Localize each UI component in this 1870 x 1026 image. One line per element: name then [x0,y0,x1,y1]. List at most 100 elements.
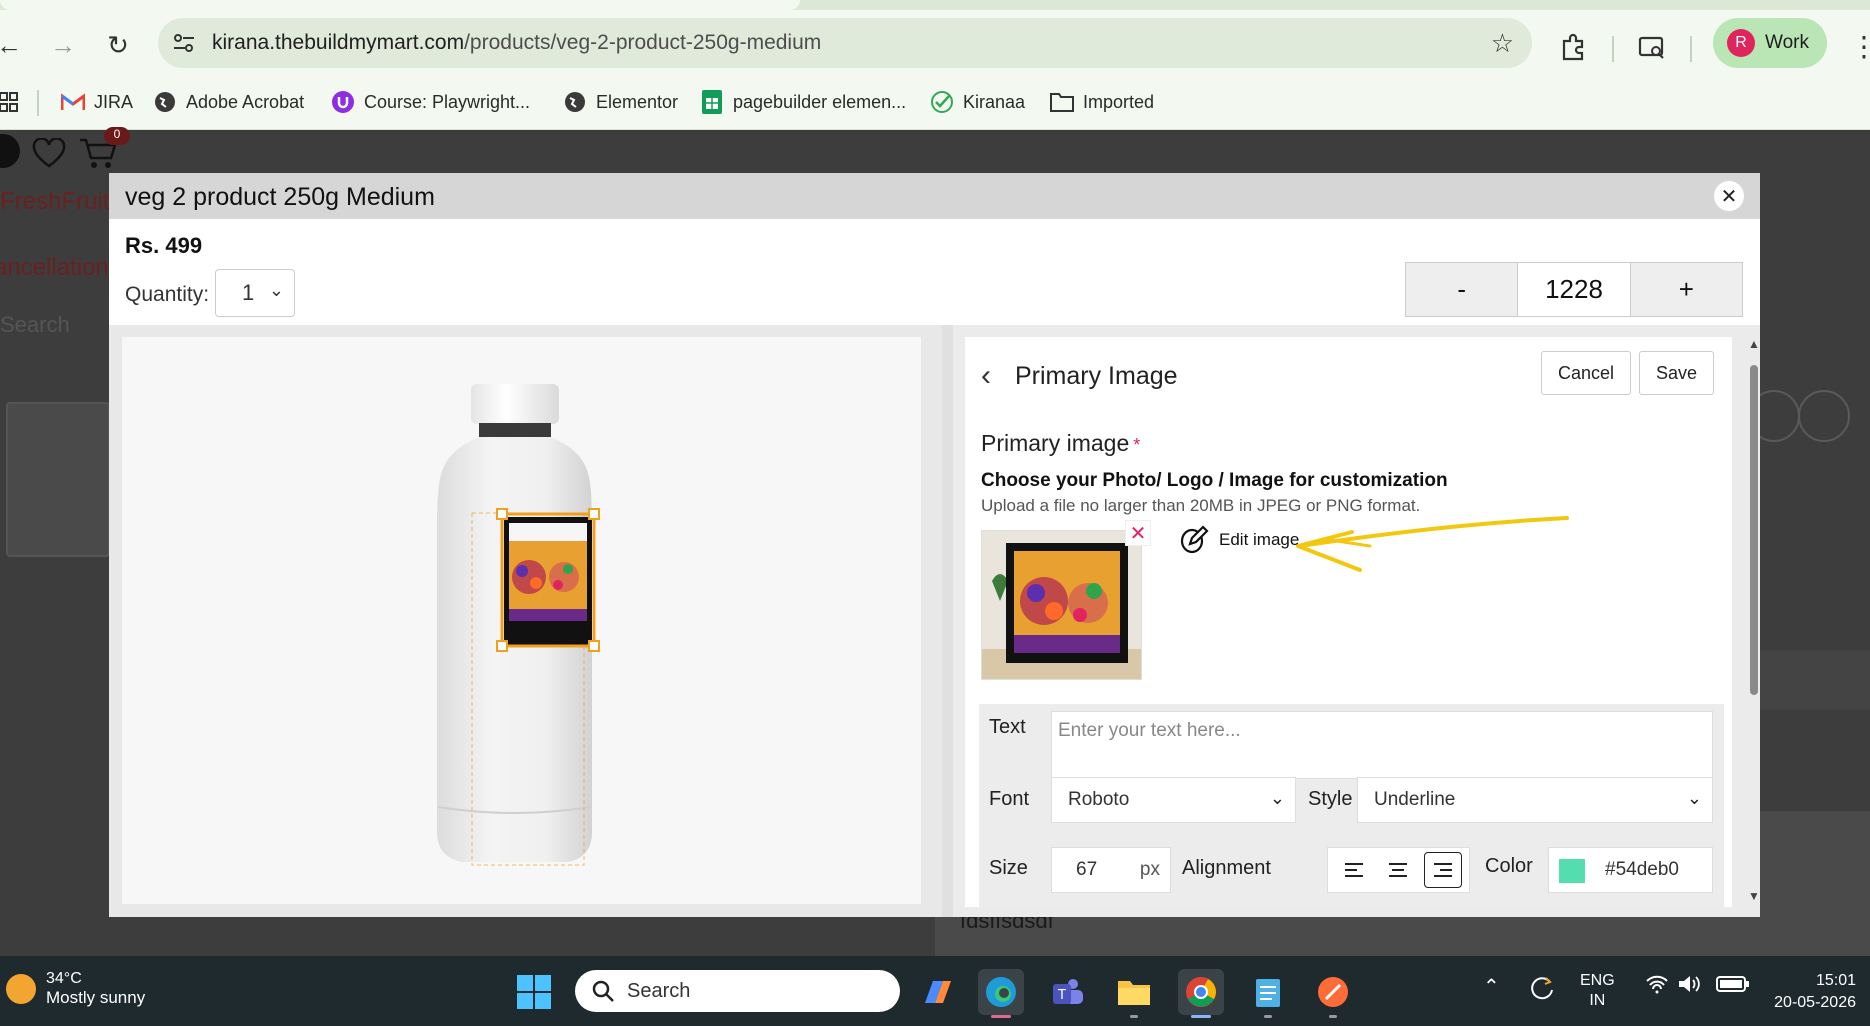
primary-image-panel: ‹ Primary Image Cancel Save Primary imag… [965,337,1732,907]
bookmarks-bar: JIRA Adobe Acrobat Course: Playwright...… [0,77,1870,130]
copilot-icon[interactable] [915,969,961,1015]
edge-icon[interactable] [978,969,1024,1018]
active-tab[interactable] [0,0,800,10]
edit-icon [1180,525,1209,554]
bookmark-imported[interactable]: Imported [1049,89,1154,115]
language-indicator[interactable]: ENG IN [1580,971,1615,1011]
custom-text-input[interactable]: Enter your text here... [1051,711,1713,779]
sync-icon[interactable] [1528,974,1556,1007]
preview-pane [109,325,942,917]
edit-image-button[interactable]: Edit image [1179,525,1299,555]
bookmark-course-playwright[interactable]: Course: Playwright... [330,89,530,115]
increment-button[interactable]: + [1630,263,1742,316]
product-preview-canvas[interactable] [122,337,921,904]
back-icon[interactable]: ← [0,30,24,60]
text-label: Text [989,716,1026,738]
taskbar-search[interactable]: Search [575,970,900,1012]
check-icon [929,89,955,115]
teams-icon[interactable]: T [1045,969,1091,1015]
text-customization-section: Text Enter your text here... Font Roboto… [979,704,1724,907]
alignment-toggle-group [1327,847,1470,893]
customization-prompt: Choose your Photo/ Logo / Image for cust… [981,470,1448,491]
scroll-down-icon: ▼ [1748,889,1760,903]
editor-pane: ‹ Primary Image Cancel Save Primary imag… [953,325,1760,917]
color-swatch[interactable] [1559,859,1585,883]
size-unit: px [1139,859,1160,880]
close-icon[interactable]: ✕ [1714,181,1744,211]
remove-image-button[interactable]: ✕ [1125,520,1151,546]
battery-icon[interactable] [1716,974,1750,999]
bookmark-kiranaa[interactable]: Kiranaa [929,89,1025,115]
volume-icon[interactable] [1677,974,1701,999]
align-center-icon[interactable] [1379,852,1417,888]
address-bar[interactable]: kirana.thebuildmymart.com/products/veg-2… [158,18,1532,68]
profile-label: Work [1765,32,1809,53]
size-label: Size [989,857,1028,879]
save-button[interactable]: Save [1639,351,1714,395]
style-select[interactable]: Underline ⌄ [1357,777,1713,823]
temperature: 34°C [46,970,82,987]
notepad-icon[interactable] [1245,969,1291,1018]
gmail-icon [60,89,86,115]
alignment-label: Alignment [1182,857,1271,879]
bookmark-adobe-acrobat[interactable]: Adobe Acrobat [152,89,304,115]
cart-count-badge: 0 [104,127,130,145]
quantity-select[interactable]: 1 ⌄ [215,269,295,317]
url-text: kirana.thebuildmymart.com/products/veg-2… [212,31,822,54]
chevron-left-icon[interactable]: ‹ [981,359,991,393]
chevron-up-icon[interactable]: ⌃ [1483,974,1500,999]
panel-title: Primary Image [1015,362,1178,390]
required-marker: * [1133,435,1141,455]
bookmark-jira[interactable]: JIRA [60,89,133,115]
wifi-icon[interactable] [1645,974,1669,999]
forward-icon[interactable]: → [48,30,78,60]
font-select[interactable]: Roboto ⌄ [1051,777,1296,823]
bottle-illustration [437,384,600,866]
bookmark-star-icon[interactable]: ☆ [1491,28,1514,59]
site-settings-icon[interactable] [172,31,196,55]
panel-scrollbar[interactable]: ▲ ▼ [1748,337,1760,907]
uploaded-image-thumbnail[interactable] [981,530,1142,680]
decrement-button[interactable]: - [1406,263,1518,316]
windows-start-icon[interactable] [511,969,557,1015]
system-clock[interactable]: 15:01 20-05-2026 [1774,970,1856,1014]
file-explorer-icon[interactable] [1111,969,1157,1018]
svg-text:T: T [1057,988,1066,1003]
tab-search-icon[interactable] [1637,32,1667,62]
quantity-label: Quantity: [125,283,210,306]
align-left-icon[interactable] [1335,852,1373,888]
size-input[interactable]: 67 px [1051,847,1171,893]
bookmark-elementor[interactable]: Elementor [562,89,678,115]
chevron-down-icon: ⌄ [1269,788,1285,808]
apps-grid-icon[interactable] [0,92,18,114]
reload-icon[interactable]: ↻ [103,30,133,60]
weather-sun-icon [6,974,36,1004]
folder-icon [1049,89,1075,115]
weather-widget[interactable]: 34°C Mostly sunny [6,970,145,1008]
wishlist-heart-icon [32,138,66,168]
align-right-icon[interactable] [1423,852,1462,888]
taskbar-search-label: Search [627,979,691,1002]
bookmarks-divider [37,90,39,116]
cancel-button[interactable]: Cancel [1541,351,1631,395]
chrome-icon[interactable] [1178,969,1224,1018]
extensions-icon[interactable] [1558,32,1588,62]
toolbar-divider [1612,36,1614,62]
modal-title: veg 2 product 250g Medium [125,183,435,211]
browser-menu-icon[interactable]: ⋮ [1850,30,1870,63]
clock-time: 15:01 [1815,972,1856,989]
bookmark-pagebuilder[interactable]: pagebuilder elemen... [699,89,906,115]
profile-button[interactable]: R Work [1713,18,1827,68]
annotation-arrow [1296,516,1569,572]
color-label: Color [1485,855,1533,877]
chevron-down-icon: ⌄ [1686,788,1702,808]
scrollbar-thumb[interactable] [1750,365,1758,695]
pane-divider[interactable] [942,325,953,917]
stepper-value[interactable]: 1228 [1517,263,1631,316]
color-picker[interactable]: #54deb0 [1548,847,1713,893]
modal-header: veg 2 product 250g Medium ✕ [109,173,1760,219]
search-icon [592,980,614,1002]
font-label: Font [989,788,1030,810]
postman-icon[interactable] [1310,969,1356,1018]
edit-image-label: Edit image [1219,530,1300,549]
